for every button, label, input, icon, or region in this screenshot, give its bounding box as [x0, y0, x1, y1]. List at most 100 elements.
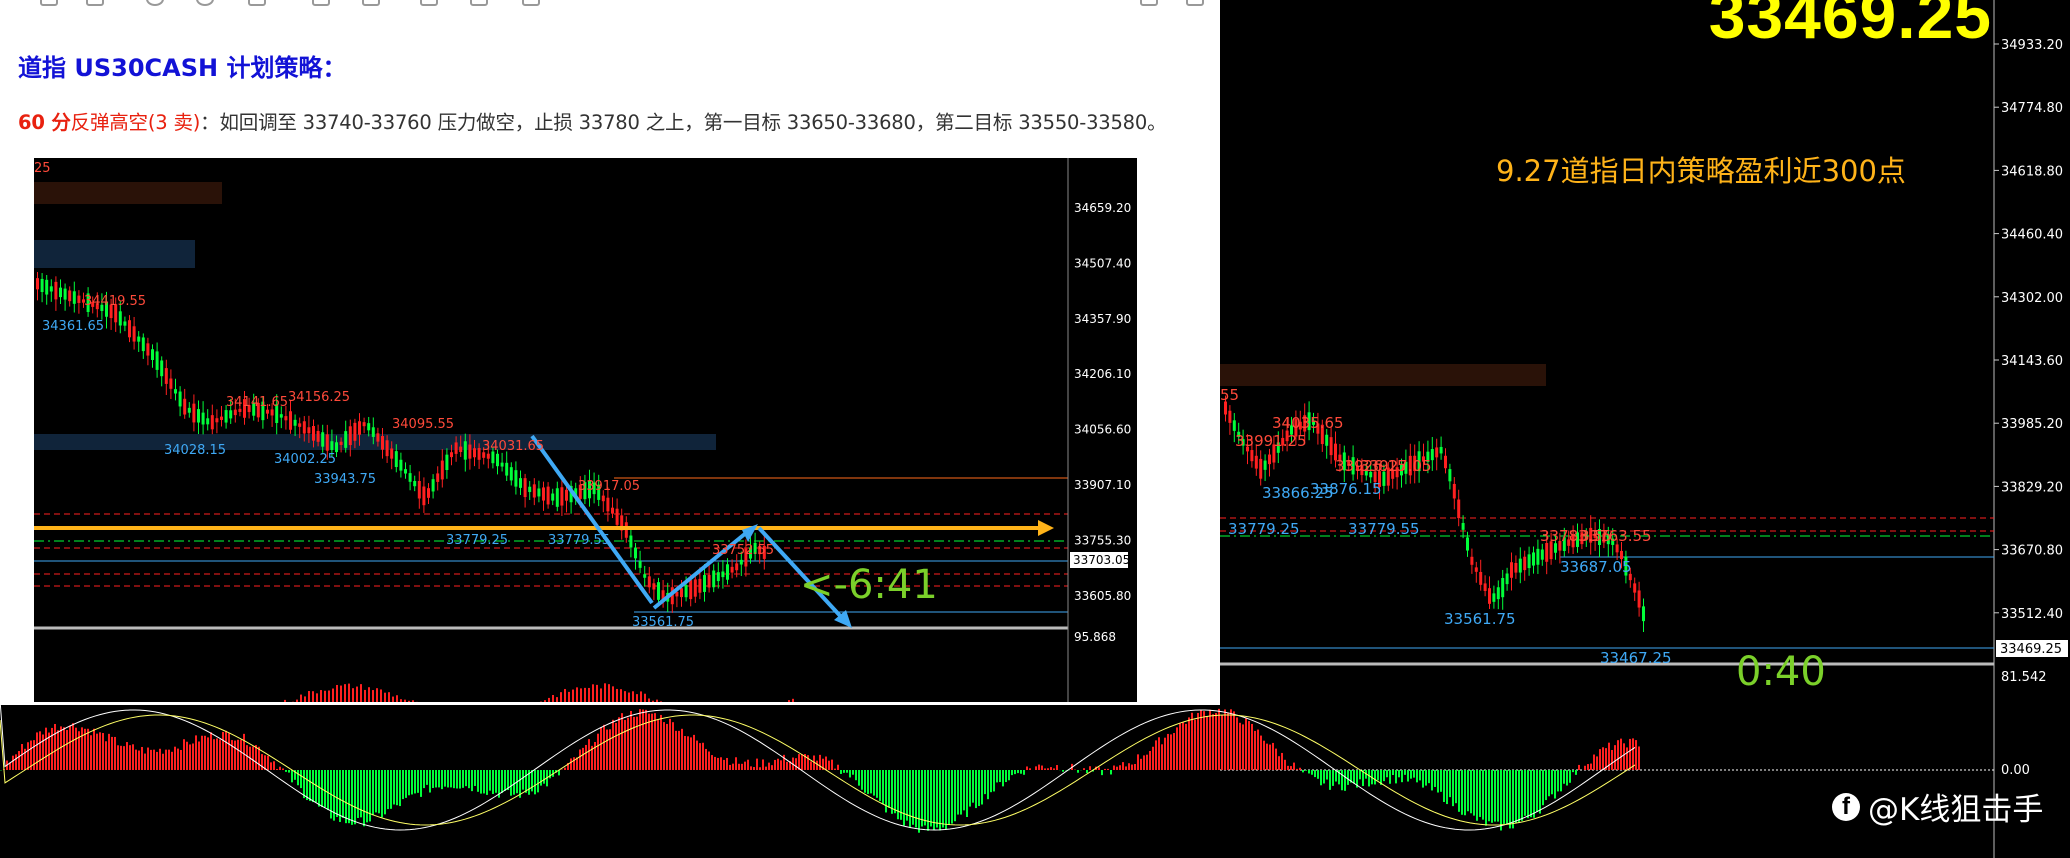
inner-candle [169, 378, 173, 389]
toolbar-icon[interactable] [420, 0, 438, 6]
histogram-bar [660, 714, 662, 770]
toolbar-icon[interactable] [146, 0, 164, 6]
inner-candle [160, 360, 164, 377]
inner-histogram-bar [648, 698, 650, 702]
histogram-bar [921, 770, 923, 827]
histogram-bar [1407, 770, 1409, 782]
histogram-bar [486, 770, 488, 795]
inner-histogram-bar [388, 692, 390, 702]
histogram-bar [1299, 767, 1301, 770]
histogram-bar [195, 735, 197, 770]
inner-candle [477, 448, 481, 460]
inner-histogram-bar [624, 691, 626, 702]
histogram-bar [279, 766, 281, 770]
histogram-bar [1191, 712, 1193, 770]
histogram-bar [1077, 770, 1079, 773]
toolbar-icon[interactable] [362, 0, 380, 6]
histogram-bar [537, 770, 539, 793]
inner-candle [523, 478, 527, 498]
histogram-bar [444, 770, 446, 787]
histogram-bar [843, 770, 845, 773]
histogram-bar [738, 763, 740, 770]
histogram-bar [645, 709, 647, 770]
histogram-bar [1089, 766, 1091, 770]
histogram-bar [522, 770, 524, 790]
candle [1268, 454, 1271, 465]
histogram-bar [501, 770, 503, 793]
toolbar-icon[interactable] [1186, 0, 1204, 6]
histogram-bar [174, 746, 176, 770]
histogram-bar [1575, 770, 1577, 775]
inner-candle [220, 416, 223, 420]
histogram-bar [915, 770, 917, 828]
histogram-bar [1122, 762, 1124, 770]
histogram-bar [252, 746, 254, 770]
toolbar-icon[interactable] [522, 0, 540, 6]
histogram-bar [36, 732, 38, 770]
histogram-bar [579, 749, 581, 770]
histogram-bar [1137, 754, 1139, 770]
histogram-bar [1182, 722, 1184, 770]
histogram-bar [1230, 709, 1232, 770]
candle [1642, 606, 1645, 622]
candle [1518, 558, 1522, 573]
histogram-bar [1359, 770, 1361, 780]
inner-candle [284, 416, 288, 421]
inner-candle [601, 495, 605, 502]
histogram-bar [924, 770, 926, 826]
inner-candle [270, 409, 274, 416]
inner-candle [385, 440, 389, 457]
candle [1439, 446, 1443, 454]
histogram-bar [390, 770, 392, 809]
inner-zone [34, 434, 716, 450]
toolbar-icon[interactable] [86, 0, 104, 6]
histogram-bar [177, 748, 179, 770]
inner-histogram-bar [356, 686, 358, 702]
histogram-bar [618, 717, 620, 770]
price-label: 34035.65 [1272, 414, 1344, 432]
inner-histogram-bar [336, 684, 338, 702]
toolbar-icon[interactable] [196, 0, 214, 6]
toolbar-icon[interactable] [312, 0, 330, 6]
histogram-bar [687, 736, 689, 770]
inner-candle [413, 480, 417, 487]
candle [1448, 469, 1452, 482]
inner-candle [137, 336, 141, 342]
histogram-bar [585, 744, 587, 770]
histogram-bar [159, 748, 161, 770]
histogram-bar [726, 757, 728, 770]
histogram-bar [495, 770, 497, 793]
histogram-bar [1410, 770, 1412, 779]
histogram-bar [198, 741, 200, 770]
inner-candle [551, 493, 555, 501]
inner-candle [279, 414, 283, 418]
histogram-bar [288, 770, 290, 773]
inner-histogram-bar [604, 683, 606, 702]
toolbar-icon[interactable] [1140, 0, 1158, 6]
histogram-bar [1419, 770, 1421, 781]
histogram-bar [1488, 770, 1490, 822]
histogram-bar [276, 768, 278, 770]
toolbar-icon[interactable] [470, 0, 488, 6]
inner-candle [316, 430, 320, 442]
histogram-bar [447, 770, 449, 788]
histogram-bar [1476, 770, 1478, 821]
histogram-bar [708, 751, 710, 770]
histogram-bar [1404, 770, 1406, 775]
inner-histogram-bar [372, 690, 374, 702]
histogram-bar [162, 753, 164, 770]
histogram-bar [1023, 770, 1025, 775]
histogram-bar [1227, 712, 1229, 770]
histogram-bar [1614, 745, 1616, 770]
histogram-bar [1449, 770, 1451, 798]
candle [1444, 455, 1447, 469]
toolbar-icon[interactable] [248, 0, 266, 6]
inner-price-label: 34361.65 [42, 319, 104, 334]
histogram-bar [1014, 770, 1016, 775]
inner-candle [726, 564, 729, 580]
histogram-bar [1152, 746, 1154, 770]
histogram-bar [588, 739, 590, 770]
toolbar-icon[interactable] [40, 0, 58, 6]
histogram-bar [1254, 730, 1256, 770]
histogram-bar [258, 746, 260, 770]
